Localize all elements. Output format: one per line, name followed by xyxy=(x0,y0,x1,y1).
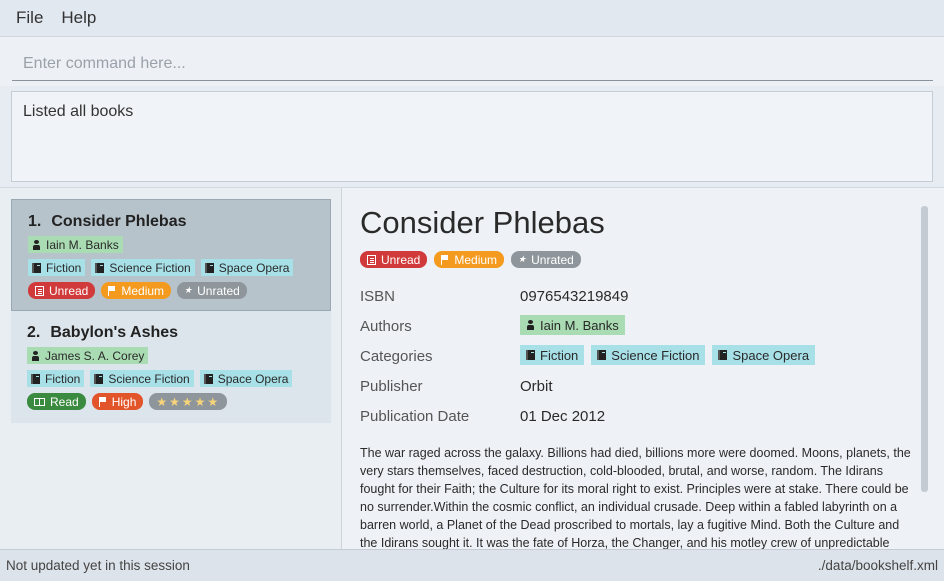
book-icon xyxy=(718,350,728,360)
publication-date-value: 01 Dec 2012 xyxy=(520,408,606,425)
isbn-label: ISBN xyxy=(360,288,396,305)
priority-badge: High xyxy=(91,393,144,410)
main-area: 1. Consider Phlebas Iain M. Banks Fictio… xyxy=(0,187,944,550)
closed-book-icon xyxy=(367,254,376,265)
flag-icon xyxy=(98,396,107,407)
publication-date-label: Publication Date xyxy=(360,408,470,425)
rating-badge: ★ Unrated xyxy=(511,251,581,268)
rating-badge: ★ Unrated xyxy=(177,282,247,299)
category-tag: Science Fiction xyxy=(91,259,195,276)
isbn-value: 0976543219849 xyxy=(520,288,629,305)
book-card-2[interactable]: 2. Babylon's Ashes James S. A. Corey Fic… xyxy=(11,311,331,423)
book-icon xyxy=(526,350,535,360)
flag-icon xyxy=(441,254,449,265)
flag-icon xyxy=(108,285,116,296)
status-badge: Unread xyxy=(360,251,428,268)
result-text: Listed all books xyxy=(23,103,134,120)
book-detail-panel[interactable]: Consider Phlebas Unread Medium ★ Unrated … xyxy=(342,188,944,550)
command-input[interactable] xyxy=(12,47,933,81)
category-tag: Fiction xyxy=(520,345,585,365)
author-tag: Iain M. Banks xyxy=(520,315,625,335)
file-path: ./data/bookshelf.xml xyxy=(817,558,938,573)
category-tag: Fiction xyxy=(28,259,86,276)
book-icon xyxy=(95,262,105,273)
star-icon: ★ xyxy=(184,285,193,295)
person-icon xyxy=(31,350,40,361)
book-description: The war raged across the galaxy. Billion… xyxy=(360,446,911,550)
book-icon xyxy=(31,373,40,384)
category-tag: Space Opera xyxy=(200,259,294,276)
status-badge: Read xyxy=(27,393,86,410)
menu-file[interactable]: File xyxy=(16,8,43,28)
book-icon xyxy=(597,350,607,360)
authors-label: Authors xyxy=(360,318,412,335)
categories-label: Categories xyxy=(360,348,433,365)
book-title: Consider Phlebas xyxy=(51,213,187,230)
menu-bar: File Help xyxy=(0,0,944,36)
category-tag: Space Opera xyxy=(199,370,293,387)
book-title: Babylon's Ashes xyxy=(50,324,179,341)
book-icon xyxy=(203,373,213,384)
book-index: 2. xyxy=(27,324,41,341)
priority-badge: Medium xyxy=(434,251,505,268)
result-display[interactable]: Listed all books xyxy=(11,91,933,182)
author-tag: Iain M. Banks xyxy=(28,236,123,253)
authors-value: Iain M. Banks xyxy=(520,315,625,335)
author-tag: James S. A. Corey xyxy=(27,347,149,364)
command-box xyxy=(0,36,944,86)
book-card-title: 1. Consider Phlebas xyxy=(28,213,330,231)
detail-scrollbar[interactable] xyxy=(921,206,928,492)
category-tag: Science Fiction xyxy=(591,345,706,365)
priority-badge: Medium xyxy=(101,282,172,299)
closed-book-icon xyxy=(35,285,44,296)
detail-badges: Unread Medium ★ Unrated xyxy=(360,251,581,268)
category-tag: Space Opera xyxy=(712,345,816,365)
book-card-title: 2. Babylon's Ashes xyxy=(27,324,331,342)
categories-value: Fiction Science Fiction Space Opera xyxy=(520,345,816,365)
book-icon xyxy=(94,373,104,384)
book-index: 1. xyxy=(28,213,42,230)
star-icon: ★ xyxy=(518,254,527,264)
book-icon xyxy=(32,262,41,273)
book-card-1[interactable]: 1. Consider Phlebas Iain M. Banks Fictio… xyxy=(11,199,331,311)
status-badge: Unread xyxy=(28,282,96,299)
status-bar: Not updated yet in this session ./data/b… xyxy=(0,549,944,581)
book-list-panel[interactable]: 1. Consider Phlebas Iain M. Banks Fictio… xyxy=(0,188,342,550)
rating-badge: ★★★★★ xyxy=(149,393,228,410)
person-icon xyxy=(32,239,41,250)
category-tag: Science Fiction xyxy=(90,370,194,387)
publisher-label: Publisher xyxy=(360,378,423,395)
publisher-value: Orbit xyxy=(520,378,553,395)
person-icon xyxy=(526,320,535,330)
book-icon xyxy=(204,262,214,273)
sync-status: Not updated yet in this session xyxy=(6,558,190,573)
detail-title: Consider Phlebas xyxy=(360,205,605,240)
menu-help[interactable]: Help xyxy=(61,8,96,28)
open-book-icon xyxy=(34,397,45,406)
category-tag: Fiction xyxy=(27,370,85,387)
